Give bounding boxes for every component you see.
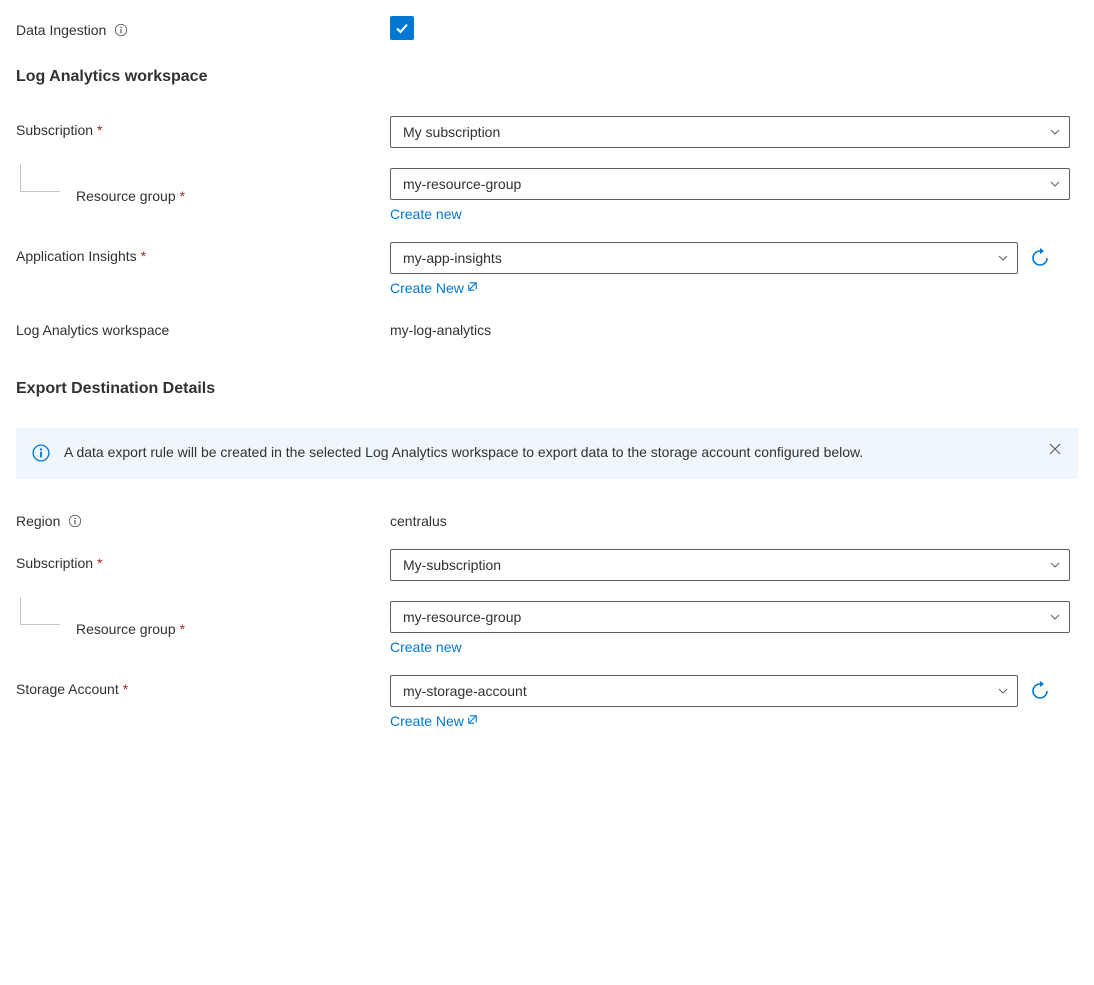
log-analytics-workspace-label: Log Analytics workspace (16, 322, 169, 338)
external-link-icon (466, 713, 479, 729)
create-new-app-insights-link[interactable]: Create New (390, 280, 479, 296)
info-icon (32, 444, 50, 465)
required-asterisk: * (180, 621, 185, 637)
resource-group-select[interactable]: my-resource-group (390, 168, 1070, 200)
refresh-app-insights-button[interactable] (1028, 246, 1052, 270)
info-icon[interactable] (68, 514, 82, 528)
chevron-down-icon (997, 685, 1009, 697)
required-asterisk: * (97, 555, 102, 571)
info-icon[interactable] (114, 23, 128, 37)
export-resource-group-label: Resource group (76, 621, 176, 637)
log-analytics-workspace-value: my-log-analytics (390, 316, 1070, 338)
required-asterisk: * (123, 681, 128, 697)
storage-account-label: Storage Account (16, 681, 119, 697)
refresh-storage-account-button[interactable] (1028, 679, 1052, 703)
indent-line (20, 164, 60, 192)
chevron-down-icon (1049, 178, 1061, 190)
storage-account-value: my-storage-account (403, 683, 527, 699)
external-link-icon (466, 280, 479, 296)
storage-account-select[interactable]: my-storage-account (390, 675, 1018, 707)
required-asterisk: * (97, 122, 102, 138)
export-resource-group-select[interactable]: my-resource-group (390, 601, 1070, 633)
section-log-analytics: Log Analytics workspace (16, 68, 1078, 86)
export-resource-group-value: my-resource-group (403, 609, 521, 625)
data-ingestion-checkbox[interactable] (390, 16, 414, 40)
chevron-down-icon (997, 252, 1009, 264)
chevron-down-icon (1049, 126, 1061, 138)
export-create-new-resource-group-link[interactable]: Create new (390, 639, 462, 655)
section-export-destination: Export Destination Details (16, 380, 1078, 398)
export-subscription-value: My-subscription (403, 557, 501, 573)
subscription-label: Subscription (16, 122, 93, 138)
chevron-down-icon (1049, 559, 1061, 571)
app-insights-label: Application Insights (16, 248, 137, 264)
region-value: centralus (390, 507, 1070, 529)
data-ingestion-label: Data Ingestion (16, 22, 106, 38)
create-new-resource-group-link[interactable]: Create new (390, 206, 462, 222)
resource-group-label: Resource group (76, 188, 176, 204)
resource-group-value: my-resource-group (403, 176, 521, 192)
info-banner: A data export rule will be created in th… (16, 428, 1078, 479)
create-new-storage-account-link[interactable]: Create New (390, 713, 479, 729)
region-label: Region (16, 513, 60, 529)
indent-line (20, 597, 60, 625)
info-banner-text: A data export rule will be created in th… (64, 442, 1034, 463)
subscription-select[interactable]: My subscription (390, 116, 1070, 148)
chevron-down-icon (1049, 611, 1061, 623)
close-banner-button[interactable] (1048, 442, 1062, 459)
export-subscription-label: Subscription (16, 555, 93, 571)
app-insights-select[interactable]: my-app-insights (390, 242, 1018, 274)
required-asterisk: * (141, 248, 146, 264)
subscription-value: My subscription (403, 124, 500, 140)
required-asterisk: * (180, 188, 185, 204)
export-subscription-select[interactable]: My-subscription (390, 549, 1070, 581)
app-insights-value: my-app-insights (403, 250, 502, 266)
